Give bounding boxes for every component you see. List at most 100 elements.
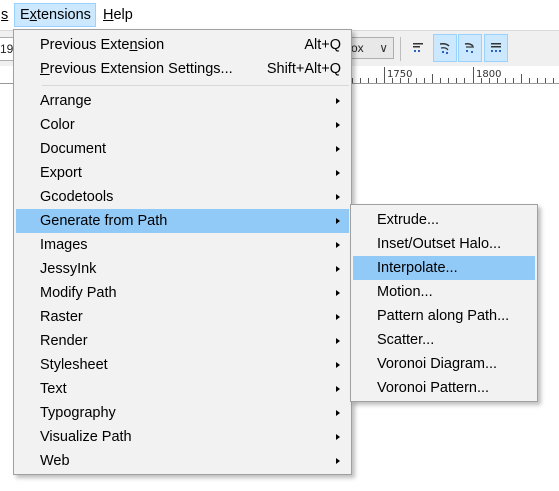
submenu-arrow-icon: [336, 266, 340, 272]
ruler-tick: [545, 78, 546, 83]
text-align-icon: [413, 43, 423, 52]
submenu-arrow-icon: [336, 410, 340, 416]
menu-item-text[interactable]: Text: [16, 377, 349, 401]
toolbar-separator: [400, 37, 401, 61]
submenu-arrow-icon: [336, 458, 340, 464]
ruler-tick: [489, 78, 490, 83]
menu-item-render[interactable]: Render: [16, 329, 349, 353]
menubar-item-extensions[interactable]: Extensions: [14, 3, 96, 27]
grid-align-icon: [491, 43, 501, 52]
menu-item-label: Raster: [40, 309, 83, 325]
previous-extension-label-mnemonic: n: [129, 37, 138, 53]
submenu-item-label: Motion...: [377, 284, 433, 300]
menubar-item-partial[interactable]: s: [0, 3, 13, 27]
grid-align-button[interactable]: [484, 34, 508, 62]
submenu-item-interpolate[interactable]: Interpolate...: [353, 256, 535, 280]
extensions-menu: Previous Extension Alt+Q Previous Extens…: [13, 29, 352, 475]
submenu-arrow-icon: [336, 362, 340, 368]
submenu-item-voronoi-pattern[interactable]: Voronoi Pattern...: [353, 376, 535, 400]
menu-item-raster[interactable]: Raster: [16, 305, 349, 329]
ruler-tick: [400, 78, 401, 83]
previous-extension-label-pre: Previous Exte: [40, 37, 130, 53]
previous-extension-label-post: sion: [137, 37, 165, 53]
menu-item-label: Typography: [40, 405, 116, 421]
menu-item-gcodetools[interactable]: Gcodetools: [16, 185, 349, 209]
submenu-item-label: Voronoi Pattern...: [377, 380, 490, 396]
menu-item-label: Export: [40, 165, 82, 181]
menu-item-label: Generate from Path: [40, 213, 168, 229]
align-curve-icon: [439, 43, 450, 54]
submenu-item-label: Inset/Outset Halo...: [377, 236, 502, 252]
menu-item-label: Arrange: [40, 93, 92, 109]
submenu-arrow-icon: [336, 338, 340, 344]
previous-settings-label-mnemonic: P: [40, 61, 50, 77]
ruler-tick: [416, 78, 417, 83]
ruler-tick: [432, 74, 433, 83]
distribute-curve-icon: [464, 43, 474, 53]
ruler-tick: [456, 78, 457, 83]
submenu-arrow-icon: [336, 218, 340, 224]
submenu-arrow-icon: [336, 122, 340, 128]
menu-item-label: JessyInk: [40, 261, 97, 277]
previous-settings-label-post: revious Extension Settings...: [49, 61, 233, 77]
menu-item-label: Modify Path: [40, 285, 117, 301]
menu-item-stylesheet[interactable]: Stylesheet: [16, 353, 349, 377]
ruler-tick: [424, 78, 425, 83]
submenu-item-label: Pattern along Path...: [377, 308, 510, 324]
help-label-mnemonic: H: [103, 7, 114, 23]
menubar-item-help[interactable]: Help: [98, 3, 138, 27]
distribute-on-curve-button[interactable]: [458, 34, 482, 62]
submenu-item-label: Interpolate...: [377, 260, 458, 276]
ruler-tick: [505, 78, 506, 83]
ruler-tick: [497, 78, 498, 83]
mode-combobox-value: ox: [351, 41, 364, 55]
submenu-item-voronoi-diagram[interactable]: Voronoi Diagram...: [353, 352, 535, 376]
menubar: s Extensions Help: [0, 0, 559, 30]
menu-item-label: Render: [40, 333, 88, 349]
submenu-item-inset-outset-halo[interactable]: Inset/Outset Halo...: [353, 232, 535, 256]
menu-item-generate-from-path[interactable]: Generate from Path: [16, 209, 349, 233]
help-label-post: elp: [113, 7, 133, 23]
menu-item-modify-path[interactable]: Modify Path: [16, 281, 349, 305]
text-align-button[interactable]: [406, 34, 430, 62]
submenu-item-extrude[interactable]: Extrude...: [353, 208, 535, 232]
ruler-tick: [384, 67, 385, 83]
menu-item-jessyink[interactable]: JessyInk: [16, 257, 349, 281]
menu-item-web[interactable]: Web: [16, 449, 349, 473]
ruler-tick: [352, 78, 353, 83]
menu-item-typography[interactable]: Typography: [16, 401, 349, 425]
menu-item-document[interactable]: Document: [16, 137, 349, 161]
align-on-curve-button[interactable]: [433, 34, 457, 62]
submenu-arrow-icon: [336, 98, 340, 104]
submenu-arrow-icon: [336, 146, 340, 152]
ruler-tick: [537, 78, 538, 83]
menu-item-label: Web: [40, 453, 70, 469]
menu-item-export[interactable]: Export: [16, 161, 349, 185]
submenu-item-pattern-along-path[interactable]: Pattern along Path...: [353, 304, 535, 328]
ruler-tick: [521, 74, 522, 83]
menu-item-arrange[interactable]: Arrange: [16, 89, 349, 113]
menu-item-label: Visualize Path: [40, 429, 132, 445]
extensions-label-mnemonic: x: [29, 7, 37, 23]
submenu-item-scatter[interactable]: Scatter...: [353, 328, 535, 352]
submenu-arrow-icon: [336, 314, 340, 320]
extensions-label-pre: E: [20, 7, 30, 23]
menu-item-label: Stylesheet: [40, 357, 108, 373]
submenu-item-motion[interactable]: Motion...: [353, 280, 535, 304]
submenu-item-label: Voronoi Diagram...: [377, 356, 498, 372]
menu-item-label: Document: [40, 141, 107, 157]
menu-item-images[interactable]: Images: [16, 233, 349, 257]
submenu-arrow-icon: [336, 434, 340, 440]
submenu-arrow-icon: [336, 290, 340, 296]
chevron-down-icon: ∨: [379, 41, 388, 55]
menu-item-label: Color: [40, 117, 75, 133]
submenu-arrow-icon: [336, 194, 340, 200]
menu-item-previous-extension[interactable]: Previous Extension Alt+Q: [16, 33, 349, 57]
menu-separator: [42, 85, 349, 86]
menu-item-color[interactable]: Color: [16, 113, 349, 137]
menu-item-previous-extension-settings[interactable]: Previous Extension Settings... Shift+Alt…: [16, 57, 349, 81]
menu-item-visualize-path[interactable]: Visualize Path: [16, 425, 349, 449]
shortcut-label: Alt+Q: [304, 37, 341, 53]
menu-item-label: Gcodetools: [40, 189, 114, 205]
numeric-field-value: 19: [0, 42, 14, 56]
